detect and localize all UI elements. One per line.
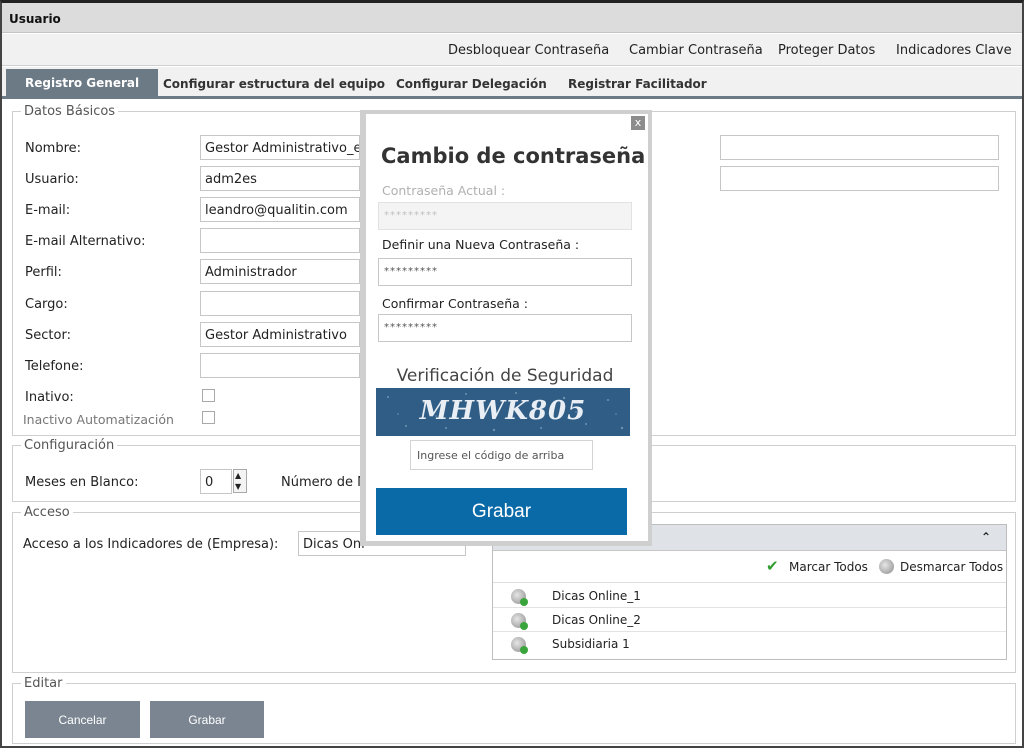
list-item[interactable]: Subsidiaria 1 xyxy=(493,633,1006,656)
right-field-2[interactable] xyxy=(720,166,999,191)
list-item[interactable]: Dicas Online_1 xyxy=(493,585,1006,608)
usuario-input[interactable]: adm2es xyxy=(200,166,360,191)
meses-label: Meses en Blanco: xyxy=(25,475,139,490)
configuracion-legend: Configuración xyxy=(24,438,115,453)
nombre-input[interactable]: Gestor Administrativo_es xyxy=(200,135,360,160)
captcha-text: MHWK805 xyxy=(419,396,587,426)
captcha-image: MHWK805 xyxy=(376,388,630,436)
email-alt-input[interactable] xyxy=(200,228,360,253)
sector-label: Sector: xyxy=(25,328,71,343)
tab-bar: Registro General Configurar estructura d… xyxy=(2,67,1022,99)
right-field-1[interactable] xyxy=(720,135,999,160)
globe-add-icon xyxy=(511,589,528,606)
close-icon[interactable]: x xyxy=(631,116,645,130)
current-password-label: Contraseña Actual : xyxy=(382,183,506,198)
window-title: Usuario xyxy=(9,12,61,26)
globe-add-icon xyxy=(511,613,528,630)
tab-configurar-estructura[interactable]: Configurar estructura del equipo xyxy=(163,77,385,91)
inativo-label: Inativo: xyxy=(25,390,74,405)
tab-registrar-facilitador[interactable]: Registrar Facilitador xyxy=(568,77,707,91)
dialog-save-button[interactable]: Grabar xyxy=(376,488,627,535)
meses-stepper[interactable]: ▲ ▼ xyxy=(233,469,247,493)
telefone-label: Telefone: xyxy=(25,359,84,374)
menu-desbloquear-contrasena[interactable]: Desbloquear Contraseña xyxy=(448,43,609,58)
captcha-title: Verificación de Seguridad xyxy=(396,366,614,386)
perfil-select[interactable]: Administrador xyxy=(200,259,360,284)
numero-label: Número de M xyxy=(281,475,369,490)
cargo-label: Cargo: xyxy=(25,297,68,312)
stepper-up-icon[interactable]: ▲ xyxy=(235,471,241,481)
save-button[interactable]: Grabar xyxy=(150,701,264,738)
list-item[interactable]: Dicas Online_2 xyxy=(493,609,1006,632)
panel-toolbar: ✔ Marcar Todos Desmarcar Todos xyxy=(493,552,1006,583)
tab-registro-general[interactable]: Registro General xyxy=(6,69,159,99)
cancel-button[interactable]: Cancelar xyxy=(25,701,140,738)
list-item-label: Dicas Online_1 xyxy=(552,589,641,603)
collapse-icon[interactable]: ⌃ xyxy=(981,530,991,544)
desmarcar-todos-button[interactable]: Desmarcar Todos xyxy=(900,560,1003,574)
check-icon: ✔ xyxy=(766,557,779,575)
menu-proteger-datos[interactable]: Proteger Datos xyxy=(778,43,875,58)
dialog-title: Cambio de contraseña xyxy=(381,144,646,168)
nombre-label: Nombre: xyxy=(25,141,82,156)
top-menu: Desbloquear Contraseña Cambiar Contraseñ… xyxy=(2,34,1022,66)
captcha-input[interactable]: Ingrese el código de arriba xyxy=(410,440,593,470)
menu-cambiar-contrasena[interactable]: Cambiar Contraseña xyxy=(629,43,763,58)
usuario-label: Usuario: xyxy=(25,172,79,187)
tab-configurar-delegacion[interactable]: Configurar Delegación xyxy=(396,77,547,91)
perfil-label: Perfil: xyxy=(25,265,62,280)
acceso-legend: Acceso xyxy=(24,505,70,520)
list-item-label: Dicas Online_2 xyxy=(552,613,641,627)
email-alt-label: E-mail Alternativo: xyxy=(25,234,146,249)
meses-input[interactable]: 0 xyxy=(200,469,232,494)
inactivo-auto-label: Inactivo Automatización xyxy=(23,412,174,427)
telefone-input[interactable] xyxy=(200,353,360,378)
confirm-password-label: Confirmar Contraseña : xyxy=(382,296,529,311)
list-item-label: Subsidiaria 1 xyxy=(552,637,630,651)
change-password-dialog: x Cambio de contraseña Contraseña Actual… xyxy=(366,114,648,541)
new-password-input[interactable]: ********* xyxy=(378,258,632,286)
new-password-label: Definir una Nueva Contraseña : xyxy=(382,237,580,252)
current-password-input[interactable]: ********* xyxy=(378,202,632,230)
marcar-todos-button[interactable]: Marcar Todos xyxy=(789,560,868,574)
inactivo-auto-checkbox[interactable] xyxy=(202,411,215,424)
confirm-password-input[interactable]: ********* xyxy=(378,314,632,342)
email-label: E-mail: xyxy=(25,203,71,218)
email-input[interactable]: leandro@qualitin.com xyxy=(200,197,360,222)
stepper-down-icon[interactable]: ▼ xyxy=(235,482,241,492)
sector-select[interactable]: Gestor Administrativo xyxy=(200,322,360,347)
inativo-checkbox[interactable] xyxy=(202,389,215,402)
cargo-input[interactable] xyxy=(200,291,360,316)
editar-legend: Editar xyxy=(24,676,63,691)
globe-icon xyxy=(879,559,894,574)
indicadores-label: Acceso a los Indicadores de (Empresa): xyxy=(23,537,279,552)
datos-basicos-legend: Datos Básicos xyxy=(24,104,116,119)
title-bar: Usuario xyxy=(2,3,1022,33)
menu-indicadores-clave[interactable]: Indicadores Clave xyxy=(896,43,1012,58)
globe-add-icon xyxy=(511,637,528,654)
